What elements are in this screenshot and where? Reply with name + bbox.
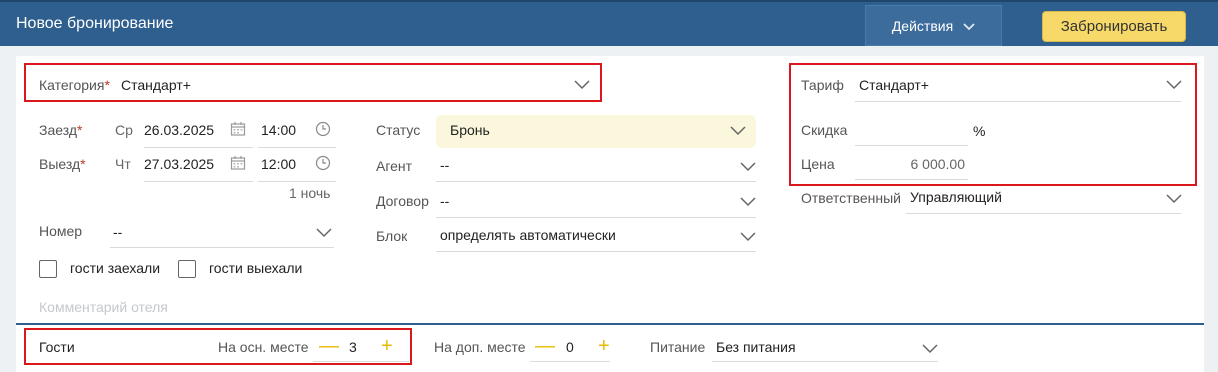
meal-label: Питание [650, 339, 706, 355]
meal-select[interactable]: Без питания [712, 332, 938, 362]
chevron-down-icon[interactable] [1166, 194, 1182, 206]
chevron-down-icon[interactable] [922, 344, 938, 356]
checked-in-label: гости заехали [70, 260, 161, 276]
book-button[interactable]: Забронировать [1042, 11, 1186, 42]
required-mark: * [80, 156, 86, 172]
checked-out-checkbox[interactable] [178, 260, 196, 278]
nights-count: 1 ночь [289, 185, 331, 201]
checkout-weekday: Чт [115, 156, 131, 172]
room-select[interactable]: -- [110, 218, 334, 248]
minus-icon[interactable]: — [535, 336, 555, 356]
room-value: -- [113, 224, 123, 240]
contract-label: Договор [376, 193, 429, 209]
checkin-time-value: 14:00 [261, 122, 297, 138]
highlight-category [24, 63, 602, 102]
actions-button[interactable]: Действия [865, 5, 1002, 46]
plus-icon[interactable]: + [598, 336, 610, 356]
checkin-label-text: Заезд [39, 122, 78, 138]
checkout-label: Выезд* [39, 156, 86, 172]
contract-value: -- [440, 193, 450, 209]
checkout-date-value: 27.03.2025 [144, 156, 215, 172]
clock-icon[interactable] [315, 121, 331, 137]
checked-in-checkbox[interactable] [39, 260, 57, 278]
page-title: Новое бронирование [16, 15, 174, 32]
header-bar: Новое бронирование Действия Забронироват… [0, 0, 1218, 46]
status-value: Бронь [450, 122, 490, 138]
checkin-date-value: 26.03.2025 [144, 122, 215, 138]
chevron-down-icon [963, 18, 975, 34]
chevron-down-icon[interactable] [730, 126, 746, 138]
block-label: Блок [376, 228, 408, 244]
status-label: Статус [376, 122, 421, 138]
block-value: определять автоматически [440, 227, 616, 243]
hotel-comment-input[interactable]: Комментарий отеля [39, 299, 168, 315]
room-label: Номер [39, 223, 83, 239]
responsible-select[interactable]: Управляющий [906, 182, 1181, 214]
required-mark: * [77, 122, 83, 138]
chevron-down-icon[interactable] [740, 162, 756, 174]
responsible-label: Ответственный [801, 190, 901, 206]
checkout-time-value: 12:00 [261, 156, 297, 172]
meal-value: Без питания [716, 339, 796, 355]
contract-select[interactable]: -- [436, 186, 756, 218]
agent-label: Агент [376, 158, 413, 174]
checked-out-label: гости выехали [209, 260, 303, 276]
actions-label: Действия [891, 17, 954, 34]
calendar-icon[interactable] [230, 121, 246, 137]
checkout-label-text: Выезд [39, 156, 81, 172]
agent-select[interactable]: -- [436, 150, 756, 182]
highlight-guests [24, 328, 412, 365]
extra-place-label: На доп. месте [434, 339, 526, 355]
checkin-label: Заезд* [39, 122, 82, 138]
highlight-tariff [789, 63, 1197, 186]
chevron-down-icon[interactable] [316, 228, 332, 240]
chevron-down-icon[interactable] [740, 232, 756, 244]
checkin-weekday: Ср [115, 122, 133, 138]
chevron-down-icon[interactable] [740, 197, 756, 209]
clock-icon[interactable] [315, 155, 331, 171]
extra-place-count: 0 [566, 339, 574, 355]
responsible-value: Управляющий [910, 189, 1002, 205]
calendar-icon[interactable] [230, 155, 246, 171]
status-select[interactable]: Бронь [436, 115, 756, 148]
block-select[interactable]: определять автоматически [436, 220, 756, 252]
agent-value: -- [440, 157, 450, 173]
